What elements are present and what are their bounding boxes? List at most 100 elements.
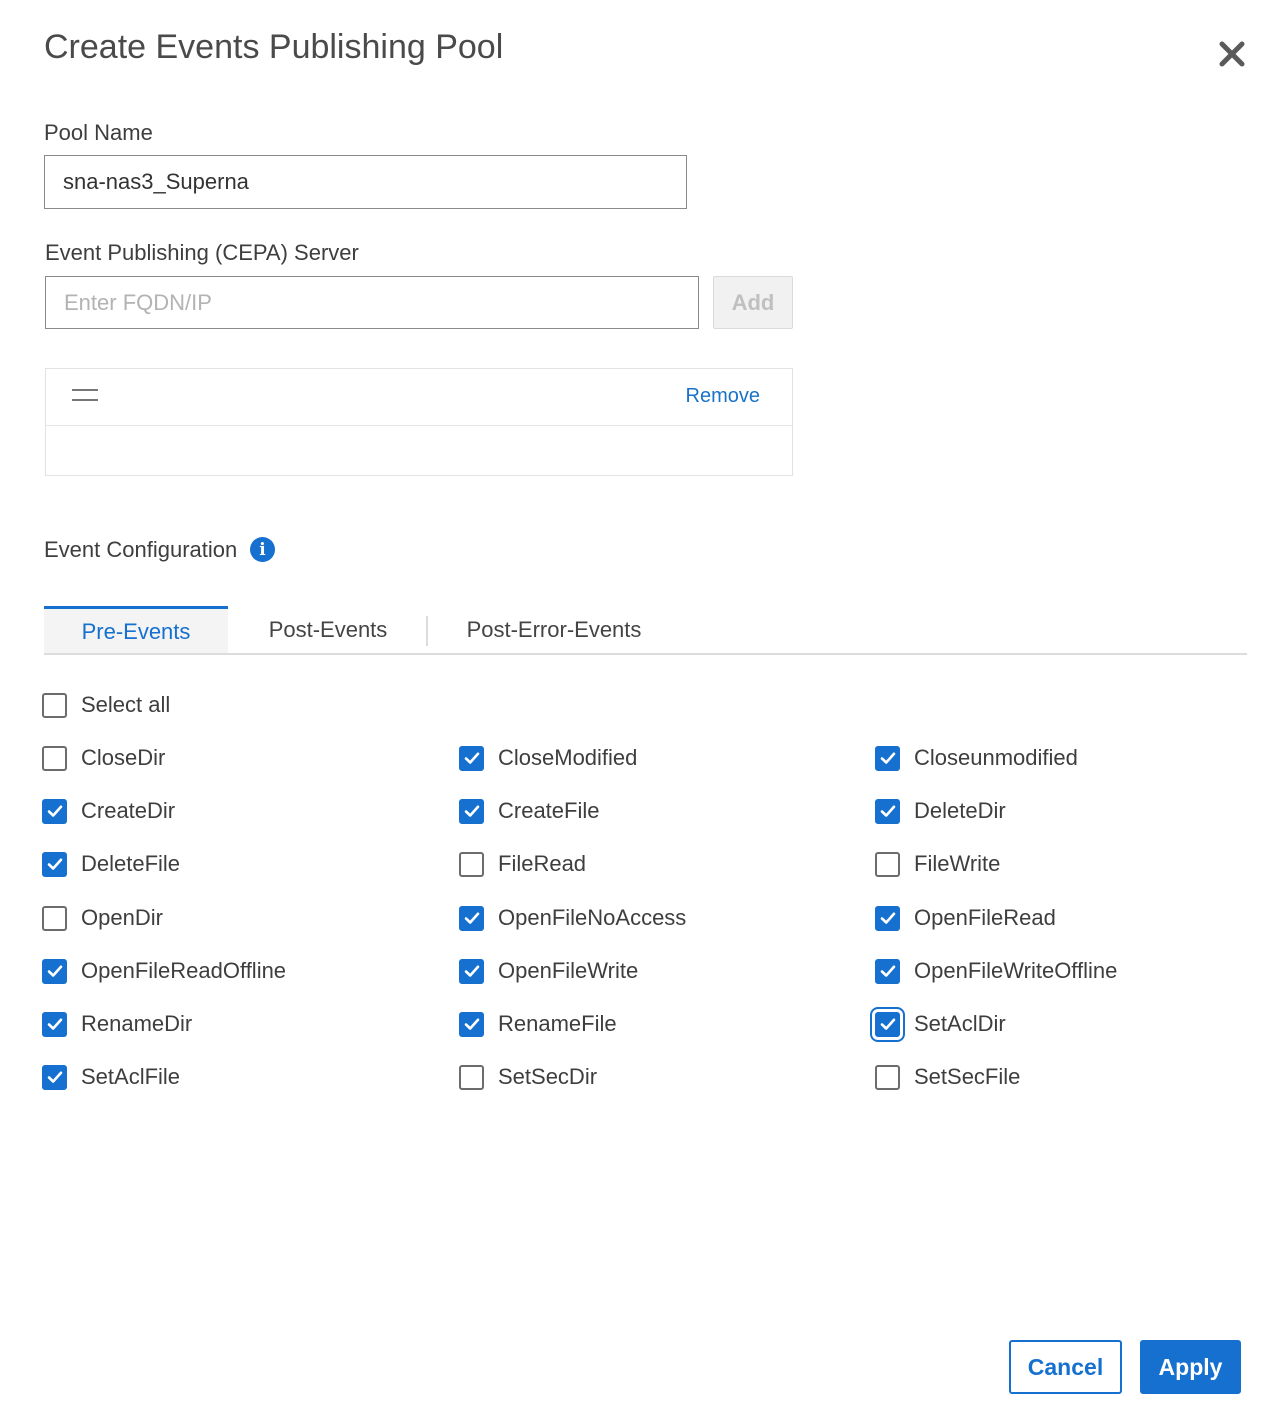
- event-checkbox-deletefile[interactable]: [42, 851, 67, 877]
- server-list-item: Remove: [46, 369, 792, 426]
- info-icon[interactable]: i: [250, 537, 275, 562]
- event-checkbox-row-closedir[interactable]: CloseDir: [42, 745, 165, 771]
- event-label-setsecdir: SetSecDir: [498, 1064, 598, 1089]
- checkmark-icon: [880, 1018, 895, 1030]
- event-label-setaclfile: SetAclFile: [81, 1064, 181, 1089]
- checkmark-icon: [47, 1071, 62, 1083]
- event-checkbox-row-openfileread[interactable]: OpenFileRead: [875, 905, 1056, 931]
- event-checkbox-row-opendir[interactable]: OpenDir: [42, 905, 163, 931]
- event-label-renamefile: RenameFile: [498, 1011, 617, 1036]
- cancel-button[interactable]: Cancel: [1009, 1340, 1122, 1394]
- event-checkbox-row-createdir[interactable]: CreateDir: [42, 798, 175, 824]
- tab-post-events[interactable]: Post-Events: [230, 606, 426, 654]
- event-checkbox-row-renamedir[interactable]: RenameDir: [42, 1011, 192, 1037]
- cepa-server-label: Event Publishing (CEPA) Server: [45, 240, 359, 265]
- event-label-deletedir: DeleteDir: [914, 798, 1006, 823]
- event-label-openfilenoaccess: OpenFileNoAccess: [498, 905, 687, 930]
- event-label-renamedir: RenameDir: [81, 1011, 193, 1036]
- dialog-title: Create Events Publishing Pool: [44, 28, 504, 66]
- event-checkbox-openfilenoaccess[interactable]: [459, 905, 484, 931]
- event-checkbox-row-openfilewriteoffline[interactable]: OpenFileWriteOffline: [875, 958, 1117, 984]
- checkmark-icon: [880, 752, 895, 764]
- cepa-server-input[interactable]: [45, 276, 699, 329]
- event-checkbox-openfileread[interactable]: [875, 905, 900, 931]
- event-checkbox-row-closemodified[interactable]: CloseModified: [459, 745, 637, 771]
- event-checkbox-filewrite[interactable]: [875, 851, 900, 877]
- event-checkbox-renamedir[interactable]: [42, 1011, 67, 1037]
- event-checkbox-row-renamefile[interactable]: RenameFile: [459, 1011, 617, 1037]
- event-label-openfilereadoffline: OpenFileReadOffline: [81, 958, 287, 983]
- event-label-openfileread: OpenFileRead: [914, 905, 1056, 930]
- checkmark-icon: [47, 1018, 62, 1030]
- event-checkbox-openfilewriteoffline[interactable]: [875, 958, 900, 984]
- select-all-checkbox-row[interactable]: Select all: [42, 692, 170, 718]
- checkmark-icon: [47, 965, 62, 977]
- event-checkbox-createdir[interactable]: [42, 798, 67, 824]
- event-label-setsecfile: SetSecFile: [914, 1064, 1021, 1089]
- event-checkbox-row-openfilewrite[interactable]: OpenFileWrite: [459, 958, 638, 984]
- remove-server-link[interactable]: Remove: [686, 385, 760, 408]
- tab-post-error-events[interactable]: Post-Error-Events: [428, 606, 680, 654]
- event-label-closedir: CloseDir: [81, 745, 166, 770]
- checkmark-icon: [47, 858, 62, 870]
- event-checkbox-openfilereadoffline[interactable]: [42, 958, 67, 984]
- event-checkbox-opendir[interactable]: [42, 905, 67, 931]
- event-checkbox-row-closeunmodified[interactable]: Closeunmodified: [875, 745, 1078, 771]
- tabs-divider: [44, 653, 1247, 655]
- event-checkbox-row-createfile[interactable]: CreateFile: [459, 798, 599, 824]
- event-configuration-label: Event Configuration: [44, 537, 238, 562]
- event-checkbox-row-openfilereadoffline[interactable]: OpenFileReadOffline: [42, 958, 286, 984]
- event-checkbox-setsecfile[interactable]: [875, 1064, 900, 1090]
- event-checkbox-row-openfilenoaccess[interactable]: OpenFileNoAccess: [459, 905, 686, 931]
- event-checkbox-setacldir[interactable]: [870, 1006, 905, 1042]
- select-all-label: Select all: [81, 692, 171, 717]
- checkmark-icon: [464, 805, 479, 817]
- pool-name-label: Pool Name: [44, 120, 153, 145]
- event-label-fileread: FileRead: [498, 851, 587, 876]
- event-checkbox-fileread[interactable]: [459, 851, 484, 877]
- event-checkbox-row-filewrite[interactable]: FileWrite: [875, 851, 1000, 877]
- apply-button[interactable]: Apply: [1140, 1340, 1241, 1394]
- server-list: Remove: [45, 368, 793, 476]
- event-label-closeunmodified: Closeunmodified: [914, 745, 1078, 770]
- event-checkbox-renamefile[interactable]: [459, 1011, 484, 1037]
- event-checkbox-setaclfile[interactable]: [42, 1064, 67, 1090]
- event-label-deletefile: DeleteFile: [81, 851, 181, 876]
- event-label-createfile: CreateFile: [498, 798, 600, 823]
- event-label-closemodified: CloseModified: [498, 745, 638, 770]
- event-checkbox-row-setaclfile[interactable]: SetAclFile: [42, 1064, 180, 1090]
- event-checkbox-closemodified[interactable]: [459, 745, 484, 771]
- add-server-button[interactable]: Add: [713, 276, 793, 329]
- event-checkbox-row-setacldir[interactable]: SetAclDir: [870, 1006, 1006, 1042]
- select-all-checkbox[interactable]: [42, 692, 67, 718]
- checkmark-icon: [464, 965, 479, 977]
- event-label-setacldir: SetAclDir: [914, 1011, 1006, 1036]
- tab-pre-events[interactable]: Pre-Events: [44, 606, 228, 654]
- event-label-openfilewrite: OpenFileWrite: [498, 958, 639, 983]
- event-checkbox-closedir[interactable]: [42, 745, 67, 771]
- event-checkbox-deletedir[interactable]: [875, 798, 900, 824]
- checkmark-icon: [464, 1018, 479, 1030]
- checkmark-icon: [464, 752, 479, 764]
- event-checkbox-createfile[interactable]: [459, 798, 484, 824]
- event-label-filewrite: FileWrite: [914, 851, 1001, 876]
- event-checkbox-closeunmodified[interactable]: [875, 745, 900, 771]
- checkmark-icon: [464, 912, 479, 924]
- event-label-openfilewriteoffline: OpenFileWriteOffline: [914, 958, 1118, 983]
- checkmark-icon: [880, 805, 895, 817]
- event-checkbox-setsecdir[interactable]: [459, 1064, 484, 1090]
- event-checkbox-row-fileread[interactable]: FileRead: [459, 851, 586, 877]
- event-checkbox-openfilewrite[interactable]: [459, 958, 484, 984]
- pool-name-input[interactable]: [44, 155, 687, 209]
- event-checkbox-row-deletedir[interactable]: DeleteDir: [875, 798, 1006, 824]
- event-checkbox-row-setsecfile[interactable]: SetSecFile: [875, 1064, 1020, 1090]
- event-label-opendir: OpenDir: [81, 905, 163, 930]
- event-checkbox-row-setsecdir[interactable]: SetSecDir: [459, 1064, 597, 1090]
- checkmark-icon: [47, 805, 62, 817]
- event-label-createdir: CreateDir: [81, 798, 176, 823]
- close-icon[interactable]: [1212, 34, 1252, 74]
- drag-handle-icon[interactable]: [72, 389, 98, 403]
- checkmark-icon: [880, 912, 895, 924]
- event-checkbox-row-deletefile[interactable]: DeleteFile: [42, 851, 180, 877]
- checkmark-icon: [880, 965, 895, 977]
